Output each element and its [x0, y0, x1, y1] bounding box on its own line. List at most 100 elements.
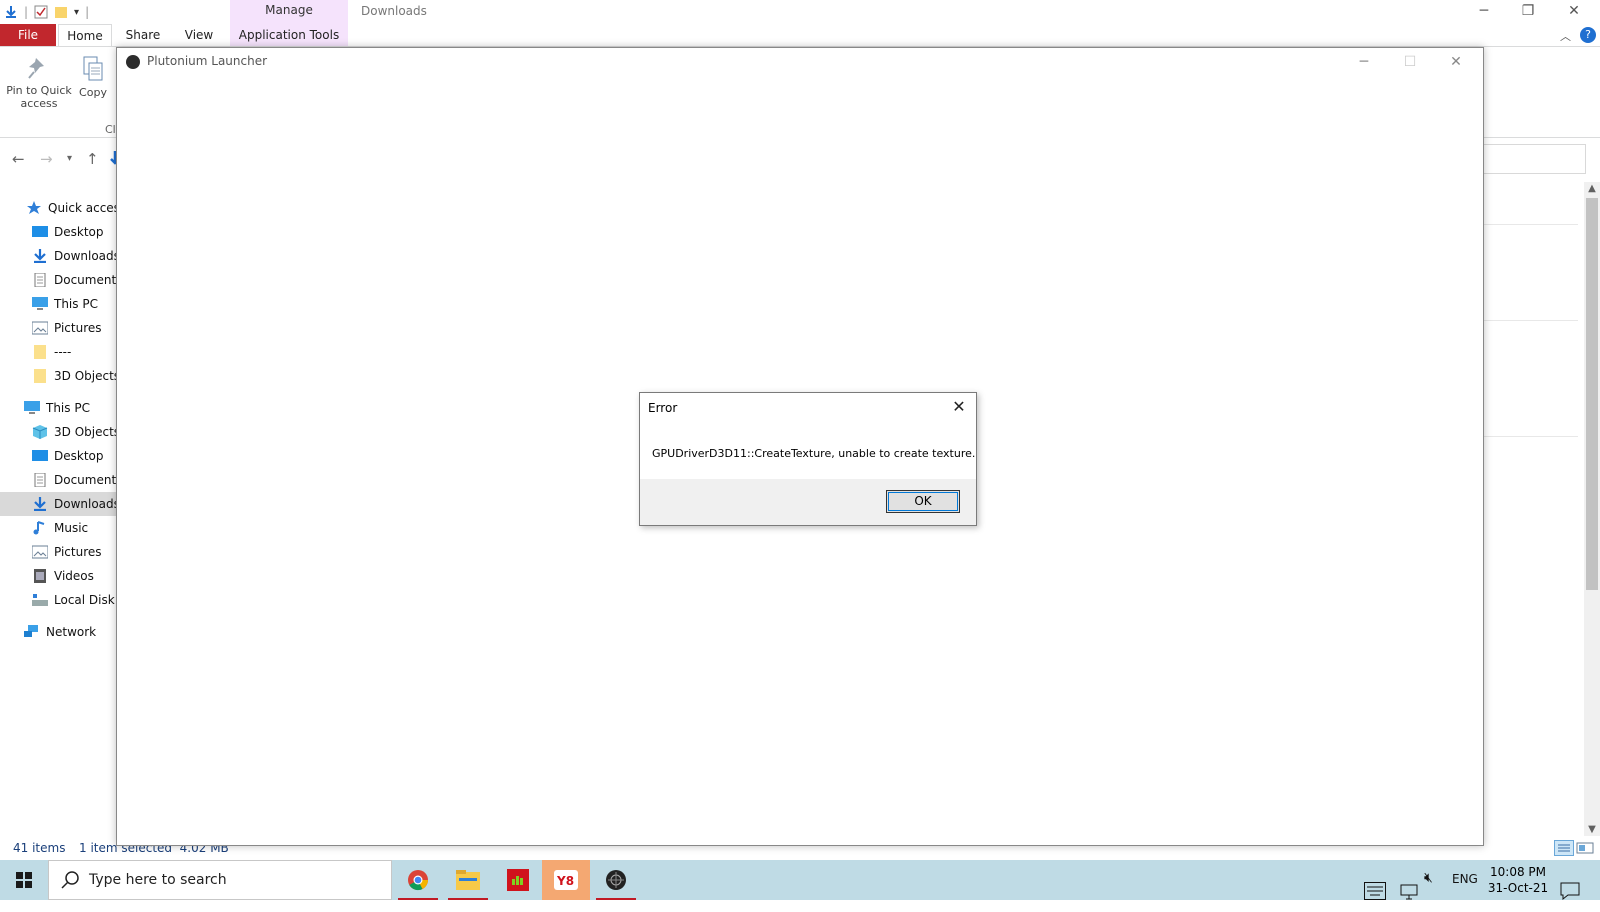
- sidebar-item-3d-objects[interactable]: 3D Objects: [0, 420, 116, 444]
- desktop-icon: [32, 450, 48, 461]
- sidebar-item-desktop-pc[interactable]: Desktop: [0, 444, 116, 468]
- volume-muted-icon[interactable]: 🔇︎: [1424, 870, 1433, 910]
- documents-icon: [34, 273, 46, 287]
- start-button[interactable]: [0, 860, 48, 900]
- sidebar-item-label: Documents: [54, 273, 116, 287]
- action-center-icon[interactable]: [1560, 871, 1580, 911]
- ok-button[interactable]: OK: [886, 490, 960, 513]
- pictures-icon: [32, 321, 48, 335]
- plutonium-icon: [126, 55, 140, 69]
- minimize-icon[interactable]: ─: [1462, 0, 1506, 22]
- sidebar-item-label: This PC: [46, 401, 90, 415]
- sidebar-item-documents-pc[interactable]: Documents: [0, 468, 116, 492]
- back-icon[interactable]: ←: [12, 150, 25, 168]
- sidebar-item-3d-objects-quick[interactable]: 3D Objects: [0, 364, 116, 388]
- pin-label: Pin to Quick access: [6, 84, 72, 110]
- clock-time: 10:08 PM: [1490, 865, 1546, 879]
- sidebar-item-label: Videos: [54, 569, 94, 583]
- dialog-footer: OK: [640, 479, 976, 525]
- copy-icon: [83, 56, 103, 81]
- sidebar-item-network[interactable]: Network: [0, 620, 116, 644]
- dialog-title: Error: [648, 401, 678, 415]
- plutonium-icon: [606, 870, 626, 890]
- sidebar-item-downloads-pc[interactable]: Downloads: [0, 492, 116, 516]
- scrollbar-thumb[interactable]: [1586, 198, 1598, 590]
- large-icons-view-icon[interactable]: [1576, 840, 1594, 856]
- sidebar-item-label: Downloads: [54, 249, 116, 263]
- divider: |: [85, 5, 90, 19]
- sidebar-item-downloads[interactable]: Downloads: [0, 244, 116, 268]
- sidebar-item-label: Music: [54, 521, 89, 535]
- sidebar-item-music[interactable]: Music: [0, 516, 116, 540]
- close-icon[interactable]: ✕: [1433, 51, 1479, 73]
- tab-application-tools[interactable]: Application Tools: [232, 24, 346, 46]
- collapse-ribbon-icon[interactable]: ︿: [1560, 28, 1571, 44]
- minimize-icon[interactable]: ─: [1341, 51, 1387, 73]
- taskbar-app-file-explorer[interactable]: [444, 860, 492, 900]
- folder-icon: [34, 369, 46, 383]
- sidebar-item-local-disk[interactable]: Local Disk (C: [0, 588, 116, 612]
- tab-share[interactable]: Share: [120, 24, 166, 46]
- title-bar: Plutonium Launcher ─ ☐ ✕: [117, 48, 1483, 76]
- taskbar-app-plutonium[interactable]: [592, 860, 640, 900]
- tab-file[interactable]: File: [0, 24, 56, 46]
- clock[interactable]: 10:08 PM 31-Oct-21: [1482, 864, 1554, 896]
- drive-icon: [32, 594, 48, 606]
- sidebar-item-this-pc-root[interactable]: This PC: [0, 396, 116, 420]
- recent-locations-icon[interactable]: ▾: [67, 153, 72, 164]
- downloads-icon[interactable]: [4, 5, 18, 19]
- sidebar-item-label: Documents: [54, 473, 116, 487]
- window-title: Downloads: [361, 4, 427, 18]
- maximize-icon[interactable]: ☐: [1387, 51, 1433, 73]
- scroll-down-icon[interactable]: ▼: [1586, 824, 1598, 835]
- help-icon[interactable]: ?: [1580, 27, 1596, 43]
- search-input[interactable]: [1478, 144, 1586, 174]
- window-title: Plutonium Launcher: [147, 54, 268, 68]
- 3d-objects-icon: [32, 425, 48, 439]
- sidebar-item-label: Quick access: [48, 201, 116, 215]
- copy-button[interactable]: Copy: [78, 55, 108, 99]
- tab-home[interactable]: Home: [58, 24, 112, 46]
- tab-view[interactable]: View: [176, 24, 222, 46]
- clock-date: 31-Oct-21: [1487, 881, 1549, 895]
- scroll-up-icon[interactable]: ▲: [1586, 183, 1598, 194]
- ribbon-tabs: File Home Share View Application Tools ︿…: [0, 24, 1600, 46]
- new-folder-icon[interactable]: [54, 5, 68, 19]
- windows-logo-icon: [16, 872, 32, 888]
- sidebar-item-pictures-pc[interactable]: Pictures: [0, 540, 116, 564]
- sidebar-item-pictures[interactable]: Pictures: [0, 316, 116, 340]
- downloads-icon: [34, 249, 46, 263]
- taskbar-search-box[interactable]: Type here to search: [48, 860, 392, 900]
- computer-icon: [24, 401, 40, 414]
- pin-to-quick-access-button[interactable]: Pin to Quick access: [6, 55, 72, 110]
- sidebar-item-videos[interactable]: Videos: [0, 564, 116, 588]
- details-view-icon[interactable]: [1554, 840, 1574, 856]
- network-status-icon[interactable]: [1400, 872, 1418, 912]
- customize-qat-icon[interactable]: ▾: [74, 7, 79, 18]
- taskbar-app-bar[interactable]: [494, 860, 542, 900]
- error-message: GPUDriverD3D11::CreateTexture, unable to…: [652, 447, 976, 460]
- sidebar-item-folder[interactable]: ----: [0, 340, 116, 364]
- taskbar-app-y8[interactable]: Y8: [542, 860, 590, 900]
- close-icon[interactable]: ✕: [1552, 0, 1596, 22]
- sidebar-item-documents[interactable]: Documents: [0, 268, 116, 292]
- pictures-icon: [32, 545, 48, 559]
- forward-icon[interactable]: →: [40, 150, 53, 168]
- restore-icon[interactable]: ❐: [1506, 0, 1550, 22]
- close-icon[interactable]: ✕: [948, 396, 970, 418]
- up-icon[interactable]: ↑: [86, 150, 99, 168]
- bar-app-icon: [507, 869, 529, 891]
- videos-icon: [34, 569, 46, 583]
- sidebar-item-desktop[interactable]: Desktop: [0, 220, 116, 244]
- sidebar-item-label: Downloads: [54, 497, 116, 511]
- chrome-icon: [408, 870, 429, 891]
- sidebar-item-quick-access[interactable]: Quick access: [0, 196, 116, 220]
- language-indicator[interactable]: ENG: [1452, 872, 1478, 912]
- properties-icon[interactable]: [34, 5, 48, 19]
- taskbar-app-chrome[interactable]: [394, 860, 442, 900]
- folder-icon: [34, 345, 46, 359]
- vertical-scrollbar[interactable]: ▲ ▼: [1584, 182, 1600, 836]
- sidebar-item-this-pc[interactable]: This PC: [0, 292, 116, 316]
- keyboard-icon[interactable]: [1364, 871, 1386, 911]
- sidebar-item-label: Desktop: [54, 449, 104, 463]
